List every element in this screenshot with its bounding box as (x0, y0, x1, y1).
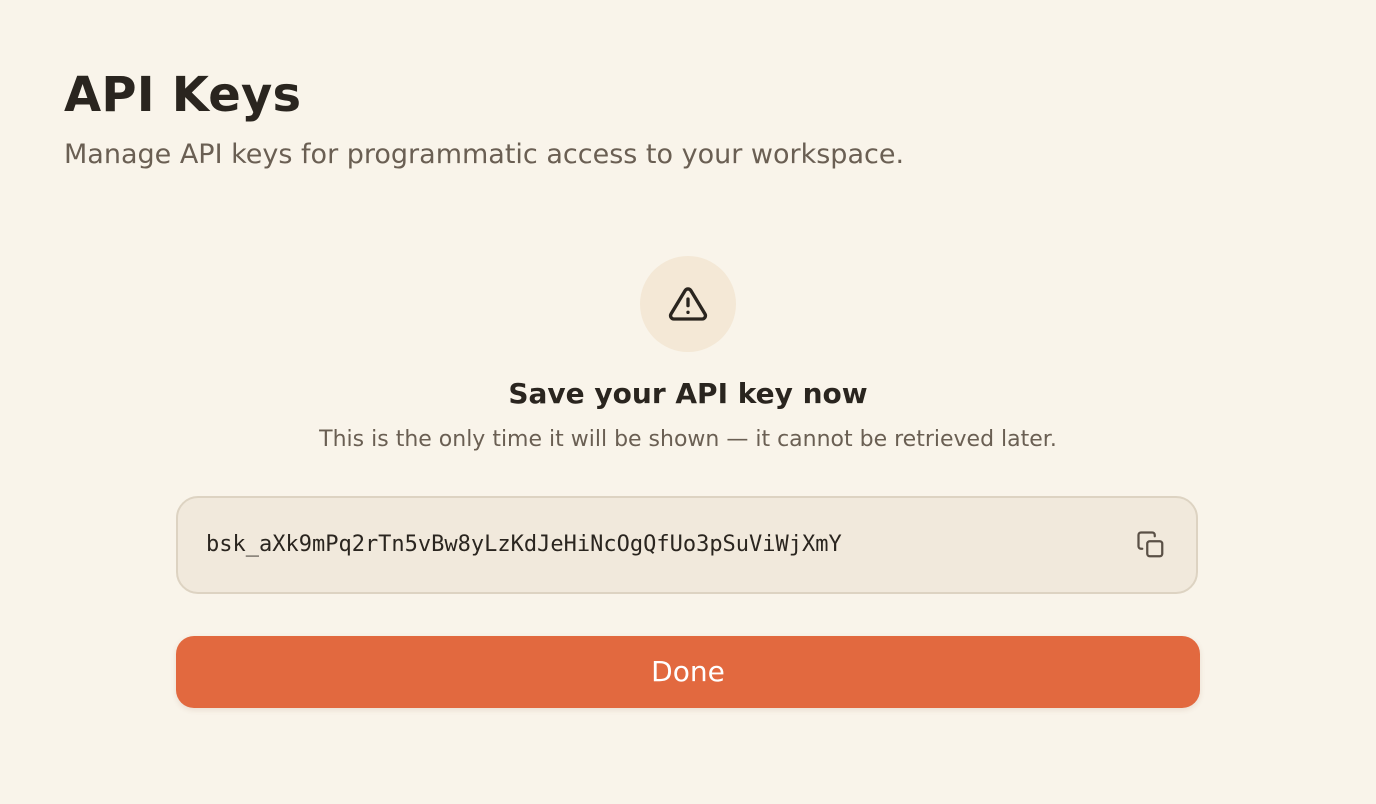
api-key-field[interactable]: bsk_aXk9mPq2rTn5vBw8yLzKdJeHiNcOgQfUo3pS… (176, 496, 1198, 594)
done-button[interactable]: Done (176, 636, 1200, 708)
notice-message: This is the only time it will be shown —… (319, 427, 1057, 452)
notice-title: Save your API key now (508, 377, 868, 410)
page-title: API Keys (64, 67, 302, 123)
copy-icon[interactable] (1136, 530, 1166, 560)
page-subtitle: Manage API keys for programmatic access … (64, 139, 905, 170)
warning-triangle-icon (668, 287, 708, 321)
api-keys-page: API Keys Manage API keys for programmati… (0, 0, 1376, 804)
api-key-value[interactable]: bsk_aXk9mPq2rTn5vBw8yLzKdJeHiNcOgQfUo3pS… (206, 528, 842, 562)
warning-icon-circle (640, 256, 736, 352)
copy-button[interactable] (1134, 528, 1168, 562)
